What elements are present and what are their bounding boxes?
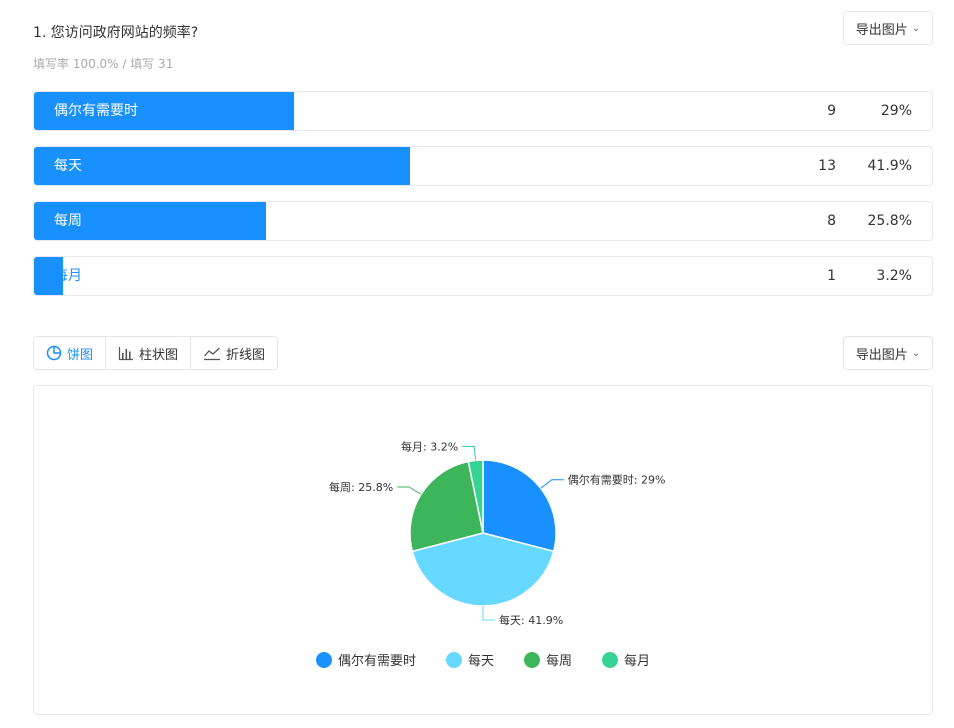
- legend-label: 偶尔有需要时: [337, 654, 416, 669]
- option-count: 13: [818, 158, 836, 174]
- pie-chart-icon: [46, 345, 62, 361]
- legend-dot: [315, 651, 332, 668]
- tab-label: 饼图: [67, 347, 94, 363]
- option-bar-fill: [34, 147, 411, 185]
- legend-dot: [602, 651, 619, 668]
- option-label: 偶尔有需要时: [54, 103, 138, 119]
- legend-dot: [524, 651, 540, 668]
- legend-label: 每周: [546, 654, 573, 669]
- export-label: 导出图片: [855, 22, 908, 38]
- chart-panel: 偶尔有需要时: 29% 每天: 41.9% 每周: 25.8% 每月: 3.2% 偶尔…: [33, 385, 933, 715]
- option-label: 每月: [54, 268, 82, 284]
- legend-item[interactable]: 偶尔有需要时: [315, 650, 416, 669]
- option-percent: 3.2%: [876, 268, 912, 284]
- pie-data-label: 每周: 25.8%: [329, 480, 393, 494]
- chevron-down-icon: ⌄: [911, 347, 921, 359]
- pie-label-line: [540, 479, 564, 489]
- legend-dot: [445, 651, 462, 668]
- chevron-down-icon: ⌄: [911, 22, 921, 34]
- option-row: 每天 13 41.9%: [33, 146, 933, 186]
- option-row: 每周 8 25.8%: [33, 201, 933, 241]
- legend-label: 每月: [624, 654, 651, 669]
- tab-bar-chart[interactable]: 柱状图: [106, 337, 192, 369]
- pie-label-line: [397, 486, 422, 495]
- pie-label-line: [482, 606, 495, 621]
- tab-line-chart[interactable]: 折线图: [191, 337, 277, 369]
- option-percent: 25.8%: [867, 213, 912, 229]
- option-row: 偶尔有需要时 9 29%: [33, 91, 933, 131]
- export-label: 导出图片: [855, 347, 908, 363]
- legend-item[interactable]: 每周: [524, 650, 572, 669]
- legend-item[interactable]: 每天: [445, 650, 494, 669]
- legend-item[interactable]: 每月: [602, 650, 650, 669]
- option-label: 每周: [54, 213, 82, 229]
- option-percent: 41.9%: [867, 158, 912, 174]
- pie-label-line: [462, 445, 477, 461]
- export-image-button[interactable]: 导出图片 ⌄: [843, 11, 933, 45]
- pie-chart: 偶尔有需要时: 29% 每天: 41.9% 每周: 25.8% 每月: 3.2%: [329, 439, 666, 627]
- bar-chart-icon: [118, 347, 134, 361]
- tab-label: 柱状图: [139, 347, 179, 363]
- option-percent: 29%: [880, 103, 912, 119]
- pie-data-label: 每天: 41.9%: [499, 613, 563, 627]
- option-count: 9: [827, 103, 836, 119]
- line-chart-icon: [204, 347, 221, 361]
- export-image-button[interactable]: 导出图片 ⌄: [843, 336, 933, 370]
- tab-pie-chart[interactable]: 饼图: [34, 337, 107, 369]
- option-count: 8: [827, 213, 836, 229]
- option-label: 每天: [54, 158, 82, 174]
- option-count: 1: [827, 268, 836, 284]
- chart-type-tabs: 饼图 柱状图 折线图: [33, 336, 279, 370]
- tab-label: 折线图: [226, 347, 266, 363]
- legend-label: 每天: [467, 654, 494, 669]
- option-row: 每月 1 3.2%: [33, 256, 933, 296]
- chart-legend: 偶尔有需要时 每天 每周 每月: [34, 650, 932, 669]
- pie-data-label: 偶尔有需要时: 29%: [568, 473, 666, 487]
- pie-data-label: 每月: 3.2%: [401, 439, 458, 453]
- question-meta: 填写率 100.0% / 填写 31: [33, 57, 174, 71]
- question-title: 1. 您访问政府网站的频率?: [33, 25, 199, 41]
